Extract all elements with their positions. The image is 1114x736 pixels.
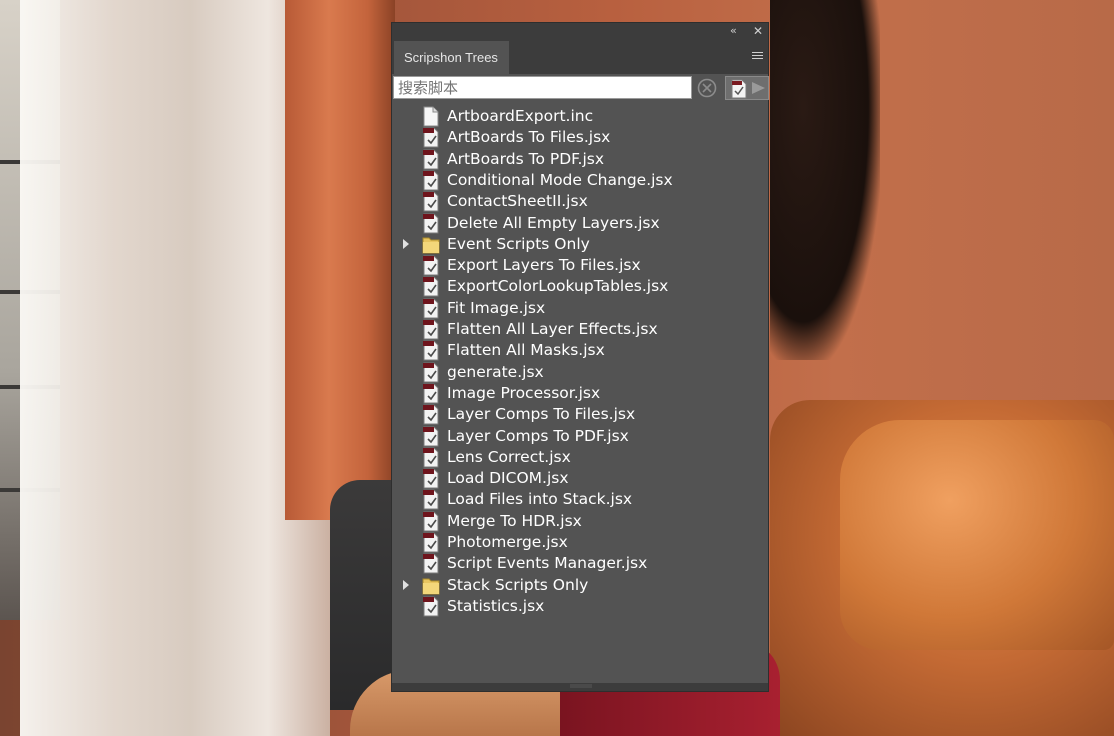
tree-item-label: Delete All Empty Layers.jsx: [447, 213, 660, 232]
tree-item-label: Image Processor.jsx: [447, 383, 601, 402]
script-file-icon: [421, 362, 441, 383]
tree-script-row[interactable]: Export Layers To Files.jsx: [392, 255, 768, 276]
tree-script-row[interactable]: Layer Comps To Files.jsx: [392, 404, 768, 425]
script-file-icon: [421, 553, 441, 574]
collapse-panel-icon[interactable]: ‹‹: [730, 24, 737, 38]
tree-item-label: Fit Image.jsx: [447, 298, 546, 317]
search-input[interactable]: [393, 76, 692, 99]
script-file-icon: [421, 170, 441, 191]
tree-item-label: Lens Correct.jsx: [447, 447, 571, 466]
tree-script-row[interactable]: ArtBoards To Files.jsx: [392, 127, 768, 148]
tree-script-row[interactable]: Flatten All Layer Effects.jsx: [392, 319, 768, 340]
tree-script-row[interactable]: Fit Image.jsx: [392, 298, 768, 319]
tab-scripshon-trees[interactable]: Scripshon Trees: [394, 41, 509, 74]
tree-script-row[interactable]: ContactSheetII.jsx: [392, 191, 768, 212]
tree-item-label: generate.jsx: [447, 362, 544, 381]
panel-titlebar[interactable]: ‹‹ ✕: [392, 23, 768, 40]
tree-script-row[interactable]: Flatten All Masks.jsx: [392, 340, 768, 361]
tree-item-label: Layer Comps To PDF.jsx: [447, 426, 629, 445]
script-file-icon: [421, 319, 441, 340]
tree-script-row[interactable]: Load Files into Stack.jsx: [392, 489, 768, 510]
search-row: [392, 75, 769, 101]
tree-item-label: Flatten All Layer Effects.jsx: [447, 320, 658, 338]
tree-item-label: ExportColorLookupTables.jsx: [447, 277, 669, 296]
tree-item-label: Load Files into Stack.jsx: [447, 490, 633, 509]
tree-item-label: ContactSheetII.jsx: [447, 192, 588, 211]
tree-script-row[interactable]: Conditional Mode Change.jsx: [392, 170, 768, 191]
tree-folder-row[interactable]: Event Scripts Only: [392, 234, 768, 255]
script-file-icon: [421, 340, 441, 361]
tree-folder-row[interactable]: Stack Scripts Only: [392, 575, 768, 596]
play-icon: [752, 82, 765, 94]
tree-script-row[interactable]: Lens Correct.jsx: [392, 447, 768, 468]
script-file-icon: [421, 404, 441, 425]
script-file-icon: [421, 447, 441, 468]
hamburger-menu-icon[interactable]: [752, 52, 763, 61]
script-file-icon: [421, 127, 441, 148]
expand-arrow-icon[interactable]: [403, 238, 409, 249]
tree-item-label: Export Layers To Files.jsx: [447, 256, 641, 275]
panel-tab-row: Scripshon Trees: [392, 40, 768, 74]
tree-script-row[interactable]: Delete All Empty Layers.jsx: [392, 213, 768, 234]
clear-search-icon[interactable]: [697, 78, 717, 98]
script-file-icon: [421, 489, 441, 510]
script-file-icon: [729, 79, 749, 103]
folder-icon: [421, 234, 441, 255]
expand-arrow-icon[interactable]: [403, 579, 409, 590]
folder-icon: [421, 575, 441, 596]
tree-script-row[interactable]: Merge To HDR.jsx: [392, 511, 768, 532]
script-file-icon: [421, 276, 441, 297]
script-file-icon: [421, 511, 441, 532]
script-file-icon: [421, 149, 441, 170]
tree-item-label: Load DICOM.jsx: [447, 469, 569, 488]
tree-script-row[interactable]: ExportColorLookupTables.jsx: [392, 276, 768, 297]
panel-resize-bar[interactable]: [392, 683, 768, 691]
tree-item-label: Merge To HDR.jsx: [447, 511, 582, 530]
tree-item-label: Event Scripts Only: [447, 234, 590, 253]
tree-item-label: ArtBoards To PDF.jsx: [447, 149, 605, 168]
tree-script-row[interactable]: Layer Comps To PDF.jsx: [392, 426, 768, 447]
tree-item-label: ArtBoards To Files.jsx: [447, 128, 611, 147]
close-panel-icon[interactable]: ✕: [753, 24, 763, 38]
tree-script-row[interactable]: Image Processor.jsx: [392, 383, 768, 404]
script-file-icon: [421, 596, 441, 617]
scripts-panel: ‹‹ ✕ Scripshon Trees ArtboardExport.in: [391, 22, 769, 692]
tree-item-label: Layer Comps To Files.jsx: [447, 405, 636, 424]
script-file-icon: [421, 255, 441, 276]
tree-script-row[interactable]: ArtboardExport.inc: [392, 106, 768, 127]
script-file-icon: [421, 468, 441, 489]
script-file-icon: [421, 191, 441, 212]
script-file-icon: [421, 532, 441, 553]
script-file-icon: [421, 383, 441, 404]
tree-script-row[interactable]: Photomerge.jsx: [392, 532, 768, 553]
tree-item-label: Stack Scripts Only: [447, 575, 589, 594]
file-icon: [421, 106, 441, 127]
script-file-icon: [421, 298, 441, 319]
resize-grip-icon[interactable]: [570, 684, 592, 688]
tree-item-label: Statistics.jsx: [447, 596, 545, 615]
script-file-icon: [421, 213, 441, 234]
script-file-icon: [421, 426, 441, 447]
tree-item-label: Flatten All Masks.jsx: [447, 341, 605, 360]
tree-item-label: ArtboardExport.inc: [447, 107, 594, 125]
run-script-button[interactable]: [725, 76, 769, 100]
tree-script-row[interactable]: Statistics.jsx: [392, 596, 768, 617]
tree-item-label: Photomerge.jsx: [447, 533, 568, 551]
tree-script-row[interactable]: generate.jsx: [392, 362, 768, 383]
tree-script-row[interactable]: Script Events Manager.jsx: [392, 553, 768, 574]
tree-item-label: Conditional Mode Change.jsx: [447, 170, 673, 189]
tree-script-row[interactable]: Load DICOM.jsx: [392, 468, 768, 489]
tree-script-row[interactable]: ArtBoards To PDF.jsx: [392, 149, 768, 170]
tree-item-label: Script Events Manager.jsx: [447, 554, 648, 573]
